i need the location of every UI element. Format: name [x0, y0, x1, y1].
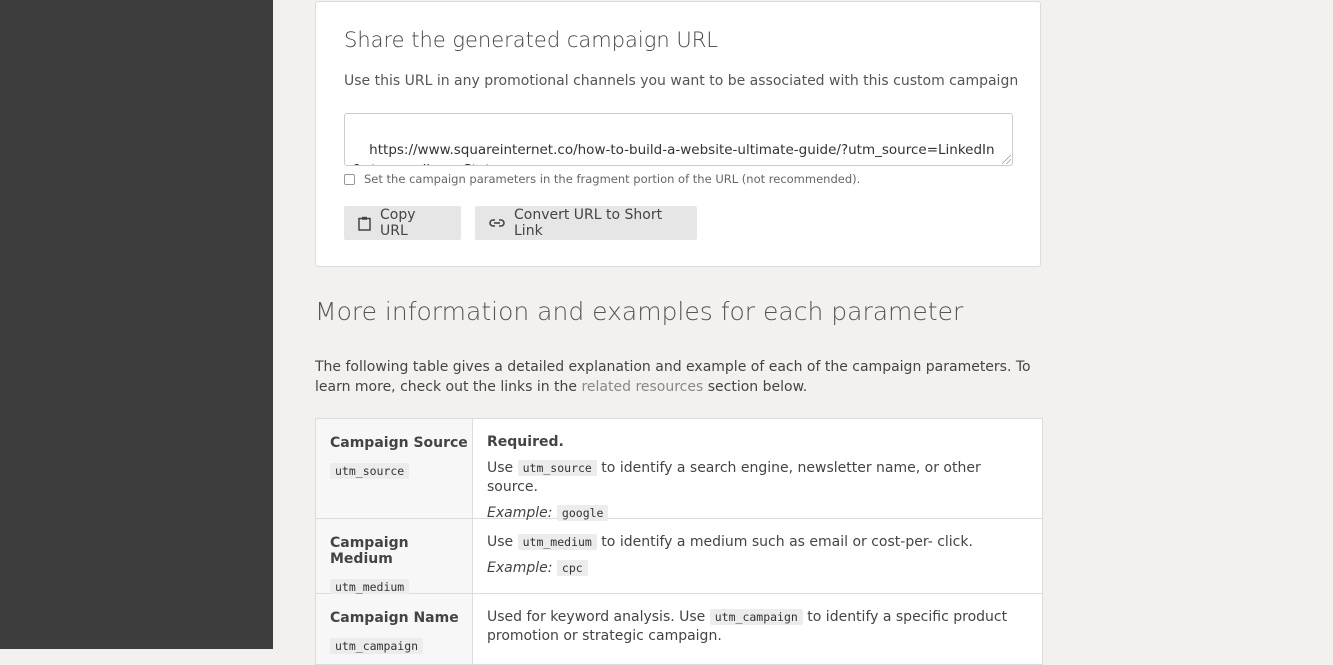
param-name-cell: Campaign Name utm_campaign	[316, 594, 473, 664]
generated-url-textarea[interactable]: https://www.squareinternet.co/how-to-bui…	[344, 113, 1013, 166]
share-url-card: Share the generated campaign URL Use thi…	[315, 1, 1041, 267]
param-code: utm_medium	[330, 579, 410, 595]
desc-text: Use	[487, 460, 518, 476]
info-intro: The following table gives a detailed exp…	[315, 358, 1045, 397]
param-desc-cell: Used for keyword analysis. Use utm_campa…	[473, 594, 1042, 664]
table-row: Campaign Source utm_source Required. Use…	[316, 419, 1042, 521]
desc-code: utm_campaign	[709, 609, 803, 625]
param-name: Campaign Name	[330, 610, 459, 626]
intro-text-after: section below.	[703, 378, 808, 395]
required-label: Required.	[487, 434, 564, 450]
left-sidebar	[0, 0, 273, 649]
parameter-table: Campaign Source utm_source Required. Use…	[315, 418, 1043, 665]
param-code: utm_source	[330, 463, 410, 479]
short-link-label: Convert URL to Short Link	[514, 207, 663, 239]
desc-code: utm_source	[517, 460, 597, 476]
param-name: Campaign Source	[330, 435, 468, 451]
param-name-cell: Campaign Source utm_source	[316, 419, 473, 518]
desc-code: utm_medium	[517, 534, 597, 550]
param-description: Use utm_source to identify a search engi…	[487, 459, 1028, 497]
param-name: Campaign Medium	[330, 535, 409, 567]
param-desc-cell: Use utm_medium to identify a medium such…	[473, 519, 1042, 593]
fragment-label: Set the campaign parameters in the fragm…	[364, 172, 861, 186]
example-code: cpc	[556, 560, 588, 576]
table-row: Campaign Medium utm_medium Use utm_mediu…	[316, 519, 1042, 595]
info-heading: More information and examples for each p…	[315, 297, 964, 326]
param-code: utm_campaign	[330, 638, 424, 654]
desc-text: Used for keyword analysis. Use	[487, 609, 710, 625]
clipboard-icon	[358, 216, 371, 231]
generated-url-text: https://www.squareinternet.co/how-to-bui…	[352, 142, 995, 165]
param-description: Use utm_medium to identify a medium such…	[487, 533, 1028, 552]
copy-url-label: Copy URL	[380, 207, 416, 239]
share-description: Use this URL in any promotional channels…	[344, 73, 1019, 89]
param-description: Used for keyword analysis. Use utm_campa…	[487, 608, 1028, 646]
fragment-option: Set the campaign parameters in the fragm…	[344, 172, 860, 186]
desc-text: to identify a medium such as email or co…	[596, 534, 973, 550]
share-title: Share the generated campaign URL	[344, 28, 718, 52]
related-resources-link[interactable]: related resources	[581, 379, 703, 395]
table-row: Campaign Name utm_campaign Used for keyw…	[316, 594, 1042, 665]
copy-url-button[interactable]: Copy URL	[344, 206, 461, 240]
resize-grip-icon[interactable]	[1002, 155, 1011, 164]
fragment-checkbox[interactable]	[344, 173, 355, 185]
desc-text: Use	[487, 534, 518, 550]
param-example: Example: cpc	[487, 559, 1028, 578]
param-desc-cell: Required. Use utm_source to identify a s…	[473, 419, 1042, 521]
example-label: Example:	[487, 560, 553, 576]
short-link-button[interactable]: Convert URL to Short Link	[475, 206, 697, 240]
param-name-cell: Campaign Medium utm_medium	[316, 519, 473, 595]
link-icon	[489, 218, 505, 228]
